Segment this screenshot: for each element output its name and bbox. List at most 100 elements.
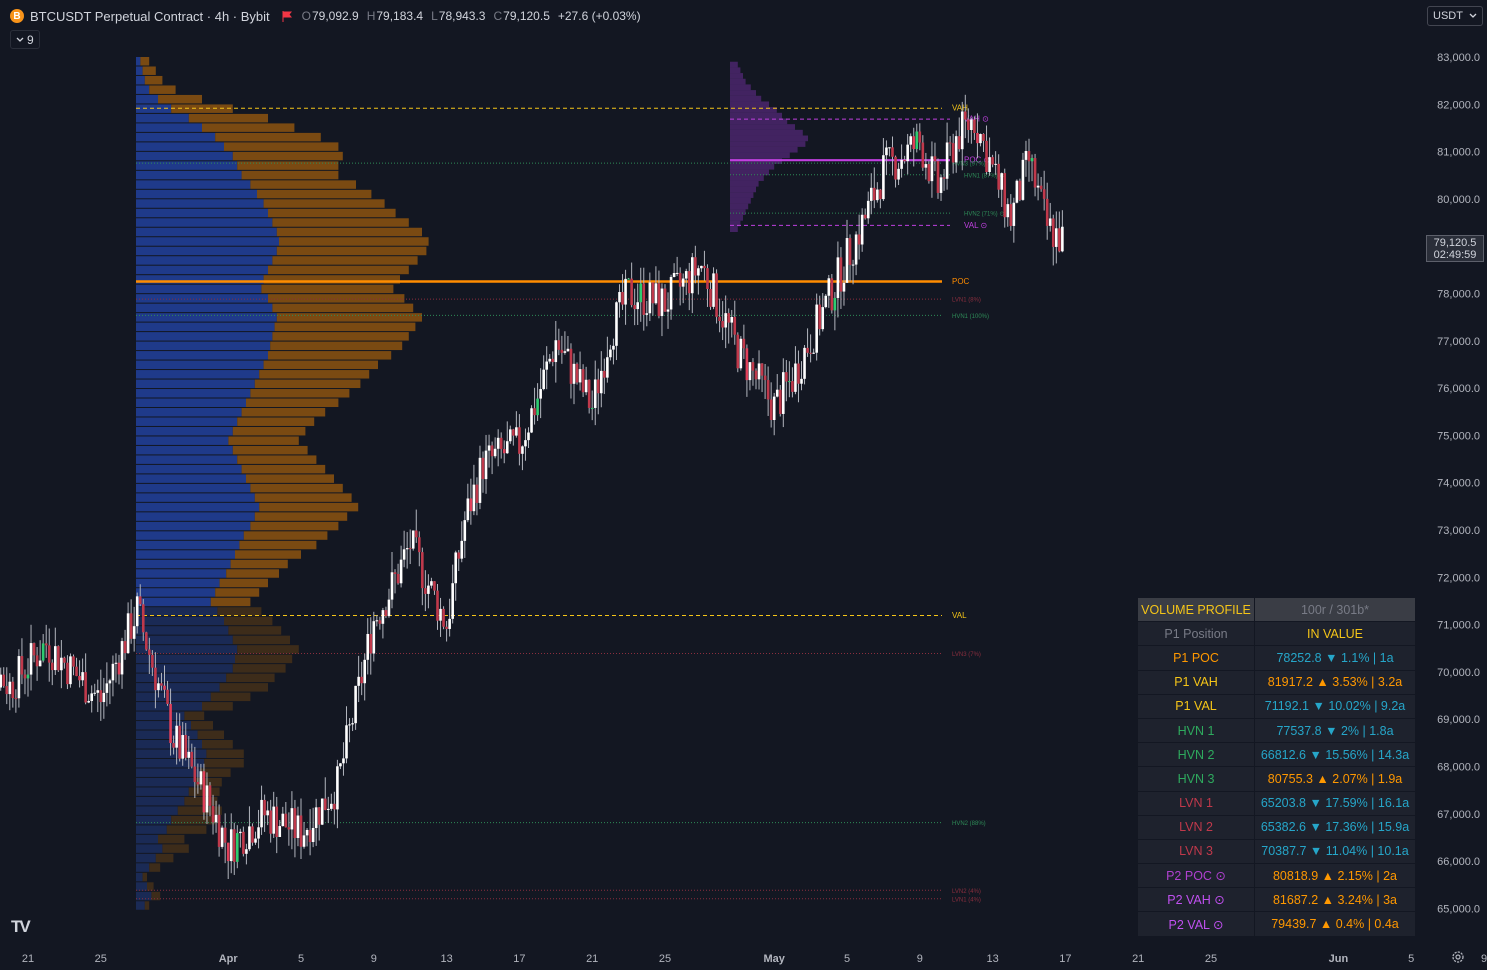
price-axis-label: 67,000.0 [1437, 809, 1480, 821]
vp-buy-bar [136, 398, 246, 407]
candle-body [991, 157, 994, 165]
vp2-bar [730, 129, 803, 136]
candle-body [882, 155, 885, 200]
vp-sell-bar [142, 872, 147, 882]
candle-body [684, 271, 688, 279]
candle-body [284, 813, 288, 828]
candle-body [211, 805, 215, 823]
flag-icon[interactable] [282, 10, 292, 22]
candle-body [381, 610, 385, 624]
level-name-cell: P1 VAH [1137, 669, 1255, 695]
vp-buy-bar [136, 455, 238, 464]
candle-body [78, 675, 81, 681]
candle-body [269, 810, 272, 834]
candle-body [424, 588, 427, 594]
vp-buy-bar [136, 815, 172, 825]
table-row: LVN 1 65203.8 ▼ 17.59% | 16.1a [1137, 790, 1416, 816]
price-axis-label: 81,000.0 [1437, 147, 1480, 159]
price-axis-label: 68,000.0 [1437, 762, 1480, 774]
candle-body [29, 643, 33, 675]
candle-body [836, 257, 840, 298]
candle-body [957, 136, 961, 150]
candle-body [169, 703, 172, 744]
candle-body [654, 283, 658, 304]
candle-body [900, 159, 903, 169]
position-value: IN VALUE [1254, 621, 1416, 647]
candle-body [481, 457, 485, 480]
candle-body [1015, 180, 1019, 203]
candle-body [47, 645, 51, 663]
candle-body [982, 134, 985, 141]
candle-body [778, 389, 782, 414]
candle-body [1036, 185, 1040, 188]
candle-body [924, 164, 928, 168]
candle-body [314, 807, 318, 829]
candle-body [548, 358, 552, 362]
candle-body [648, 282, 652, 314]
candle-body [657, 283, 661, 317]
vp-buy-bar [136, 123, 202, 132]
vp-sell-bar [241, 464, 326, 474]
candle-body [123, 641, 127, 654]
candle-body [178, 725, 181, 759]
candle-body [964, 111, 967, 120]
candle-body [833, 297, 837, 311]
symbol-title[interactable]: BTCUSDT Perpetual Contract · 4h · Bybit [30, 9, 270, 24]
candle-body [797, 363, 800, 384]
vp-buy-bar [136, 445, 233, 455]
candle-body [2, 674, 6, 687]
candle-body [997, 163, 1000, 190]
candle-body [1027, 151, 1031, 162]
vp2-bar [730, 226, 738, 233]
table-row: P2 VAH ⊙ 81687.2 ▲ 3.24% | 3a [1137, 887, 1416, 913]
candle-body [763, 375, 767, 381]
candle-body [408, 548, 412, 550]
candle-body [232, 829, 236, 862]
candle-body [172, 743, 175, 748]
gear-icon[interactable] [1451, 950, 1465, 964]
vp-sell-bar [237, 645, 299, 654]
vp-buy-bar [136, 664, 233, 673]
candle-body [909, 136, 912, 145]
candle-body [84, 672, 87, 703]
vp-buy-bar [136, 749, 207, 758]
vp2-bar [730, 73, 743, 79]
time-axis-label: 13 [986, 953, 998, 965]
vp-sell-bar [239, 540, 317, 550]
candle-body [96, 690, 100, 693]
time-axis-label: Apr [219, 953, 239, 965]
indicators-toggle[interactable]: 9 [10, 30, 40, 49]
price-axis-label: 76,000.0 [1437, 383, 1480, 395]
tradingview-logo[interactable]: TV [11, 917, 31, 937]
level-name-cell: LVN 2 [1137, 814, 1255, 840]
vp-sell-bar [250, 483, 343, 493]
vp-sell-bar [191, 721, 213, 730]
candle-body [363, 659, 366, 684]
candle-body [569, 348, 573, 384]
vp2-bar [730, 141, 806, 147]
bar-countdown: 02:49:59 [1433, 249, 1477, 261]
vp-buy-bar [136, 256, 273, 265]
vp-sell-bar [162, 844, 189, 853]
vp-sell-bar [259, 370, 370, 379]
candle-body [615, 302, 618, 346]
candle-body [160, 683, 163, 686]
candle-body [873, 187, 876, 201]
currency-select[interactable]: USDT [1427, 6, 1483, 26]
candle-body [469, 498, 473, 512]
vp-sell-bar [219, 578, 268, 588]
candle-body [375, 620, 379, 622]
vp-sell-bar [263, 360, 378, 370]
candle-body [651, 282, 655, 304]
candle-body [563, 351, 567, 353]
candle-body [788, 381, 791, 383]
time-axis-label: 5 [298, 953, 304, 965]
vp-sell-bar [144, 901, 150, 910]
level-name-cell: HVN 1 [1137, 717, 1255, 744]
candle-body [542, 369, 545, 390]
candle-body [1033, 158, 1037, 188]
candle-body [181, 735, 184, 759]
candle-body [484, 450, 488, 480]
vp-buy-bar [136, 796, 185, 806]
candle-body [891, 147, 894, 157]
